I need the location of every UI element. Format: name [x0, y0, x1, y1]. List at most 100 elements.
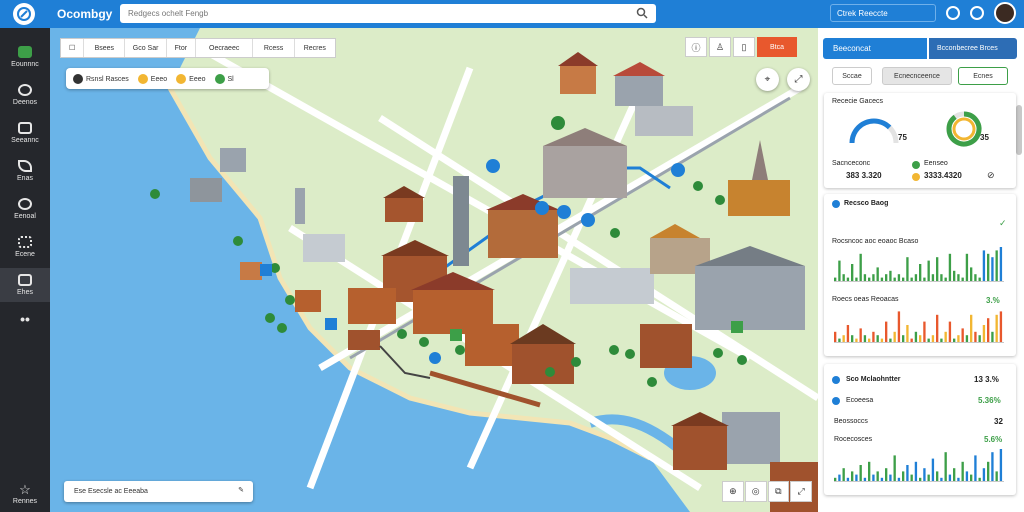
search-input[interactable]: Redgecs ochelt Fengb [120, 4, 656, 23]
bar [846, 477, 850, 481]
sidebar: Eounnnc Deenos Seeannc Enas Eenoal Ecene… [0, 28, 50, 512]
edit-icon[interactable]: ✎ [238, 486, 244, 494]
sidebar-item-dashboard[interactable]: Eounnnc [0, 40, 50, 74]
filter-chip[interactable]: Sccae [832, 67, 872, 85]
expand-icon[interactable]: ⤢ [790, 481, 812, 502]
globe-icon[interactable] [970, 6, 984, 20]
sidebar-item-network[interactable]: Ecene [0, 230, 50, 264]
bar [974, 274, 977, 281]
sidebar-item-more[interactable]: •• [0, 302, 50, 336]
sidebar-item-favorites[interactable]: ☆ Rennes [0, 476, 50, 510]
phone-icon[interactable]: ▯ [733, 37, 755, 57]
bar [970, 314, 973, 342]
check-icon: ✓ [999, 218, 1007, 228]
note-text: Ese Esecsle ac Eeeaba [74, 488, 148, 495]
bar [868, 338, 871, 342]
locate-button[interactable]: ⌖ [756, 68, 779, 91]
info-icon[interactable]: ⓘ [685, 37, 707, 57]
bar [919, 335, 922, 342]
bar [957, 274, 960, 281]
legend-item[interactable]: Eeeo [176, 73, 206, 84]
note-input[interactable]: Ese Esecsle ac Eeeaba ✎ [64, 481, 253, 502]
bar [991, 452, 994, 481]
bar [842, 335, 845, 342]
sidebar-item-label: Ecene [15, 251, 35, 258]
bar [931, 335, 935, 342]
sidebar-item-label: Ehes [17, 289, 33, 296]
legend-item[interactable]: Rsnsl Rasces [73, 73, 129, 84]
legend-item[interactable]: Eeeo [137, 73, 167, 84]
toolbar-item[interactable]: Rcess [253, 39, 295, 57]
map-canvas[interactable] [50, 28, 818, 512]
bar [880, 338, 884, 342]
search-icon[interactable] [636, 7, 648, 21]
bar [906, 465, 909, 481]
bar [906, 257, 909, 281]
sidebar-item-location[interactable]: Eenoal [0, 192, 50, 226]
bar [970, 474, 973, 481]
toolbar-item[interactable]: Ftor [167, 39, 196, 57]
select-tool[interactable]: ☐ [61, 39, 85, 57]
filter-chip[interactable]: Ecnes [958, 67, 1008, 85]
bar [910, 338, 913, 342]
panel-tab-details[interactable]: Bcconbecree Brces [929, 38, 1017, 59]
stats-row-2-label: Beossoccs [834, 418, 868, 425]
gauge-1-fill [849, 118, 892, 144]
target-icon[interactable]: ◎ [744, 481, 767, 502]
zoom-in-icon[interactable]: ⊕ [722, 481, 744, 502]
toolbar-item[interactable]: Bsees [84, 39, 126, 57]
fullscreen-button[interactable]: ⤢ [787, 68, 810, 91]
sidebar-item-label: Eounnnc [11, 61, 39, 68]
app-title: Ocombgy [57, 7, 113, 21]
bar [999, 247, 1003, 281]
avatar[interactable] [994, 2, 1016, 24]
bar [944, 277, 947, 281]
location-icon [18, 198, 32, 210]
bar [859, 328, 862, 342]
layers-icon[interactable]: ⧉ [767, 481, 790, 502]
filter-chip[interactable]: Ecnecnceence [882, 67, 952, 85]
toolbar-item[interactable]: Recres [295, 39, 335, 57]
bar [978, 477, 981, 481]
bar [910, 474, 913, 481]
legend-item[interactable]: Sl [214, 73, 234, 84]
legend-dot [176, 73, 187, 84]
bar [978, 277, 981, 281]
person-icon[interactable]: ♙ [709, 37, 731, 57]
dashboard-icon [18, 46, 32, 58]
chart-1-title: Recsco Baog [844, 200, 889, 207]
select-icon: ☐ [68, 45, 76, 52]
bar [876, 471, 879, 481]
bar [851, 335, 854, 342]
bar [961, 461, 964, 481]
bar [868, 461, 871, 481]
toolbar-item[interactable]: Gco Sar [125, 39, 167, 57]
bar [842, 274, 845, 281]
logo-icon[interactable] [13, 3, 35, 25]
sidebar-item-layers[interactable]: Seeannc [0, 116, 50, 150]
more-icon: •• [20, 311, 30, 327]
bar-chart-2 [834, 311, 1004, 343]
panel-scrollbar[interactable] [1016, 105, 1022, 155]
sidebar-item-map[interactable]: Deenos [0, 78, 50, 112]
gauge-inner [952, 117, 976, 141]
stat-1-label: Sacnceconc [832, 160, 871, 167]
panel-tab-overview[interactable]: Beeconcat [823, 38, 927, 59]
bar [885, 274, 888, 281]
sidebar-item-route[interactable]: Enas [0, 154, 50, 188]
stat-2-label: Eenseo [924, 160, 948, 167]
legend-dot [73, 73, 83, 84]
map-illustration [50, 28, 818, 512]
bell-icon[interactable] [946, 6, 960, 20]
account-menu[interactable]: Ctrek Reeccte [830, 4, 936, 22]
bar [961, 277, 964, 281]
toolbar-item[interactable]: Oecraeec [196, 39, 254, 57]
bar [931, 274, 935, 281]
star-icon: ☆ [19, 481, 31, 497]
bar [944, 452, 947, 481]
sidebar-item-analytics[interactable]: Ehes [0, 268, 50, 302]
primary-action-button[interactable]: Btca [757, 37, 797, 57]
link-icon[interactable]: ⊘ [987, 170, 995, 181]
bar [987, 461, 990, 481]
chart-2-value: 3.% [986, 296, 1000, 305]
